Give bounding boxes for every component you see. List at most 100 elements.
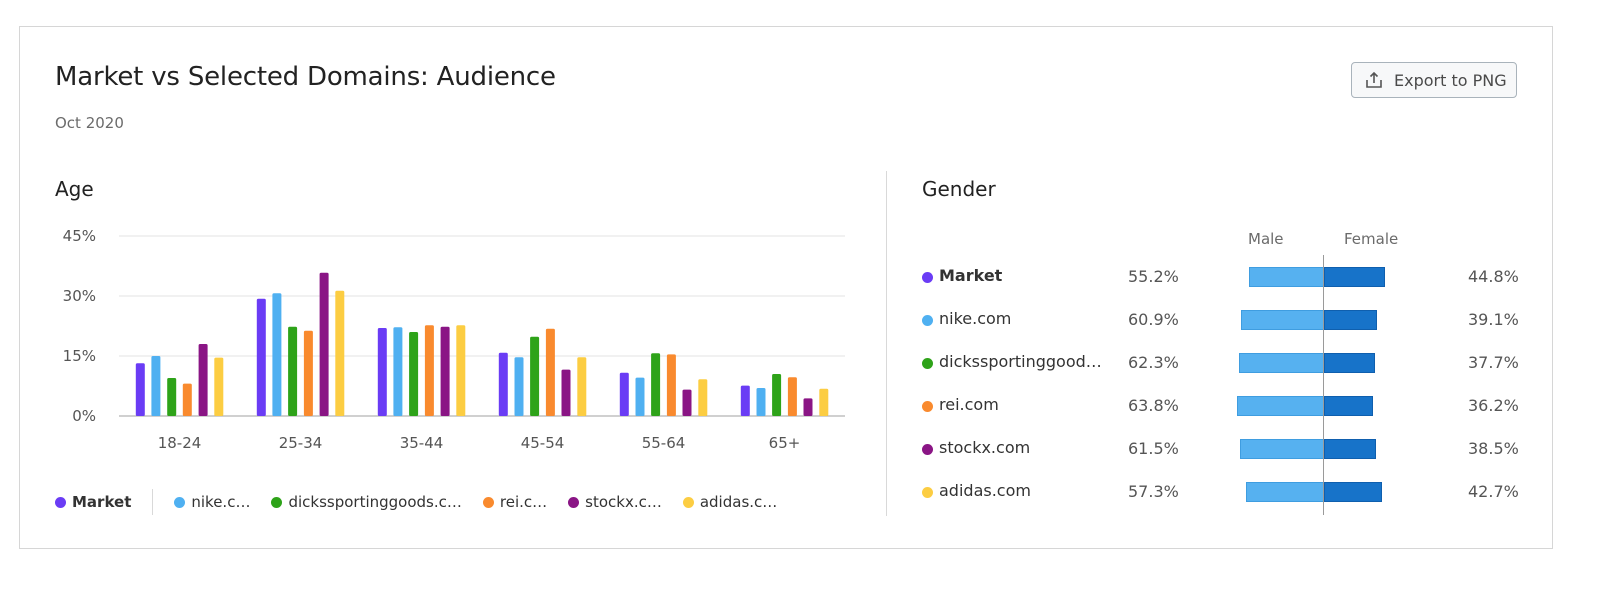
legend-label: stockx.c…	[585, 493, 662, 511]
gender-legend-dot-icon	[922, 272, 933, 283]
bar-55-64-nike.com[interactable]	[635, 377, 645, 416]
legend-label: Market	[72, 493, 132, 511]
bar-35-44-stockx.com[interactable]	[440, 326, 450, 416]
bar-55-64-rei.com[interactable]	[666, 354, 676, 416]
bar-65+-dickssportinggoods.com[interactable]	[772, 374, 782, 416]
bar-35-44-rei.com[interactable]	[424, 325, 434, 416]
male-bar[interactable]	[1239, 353, 1324, 373]
female-bar[interactable]	[1324, 396, 1374, 416]
female-bar[interactable]	[1324, 482, 1383, 502]
bar-45-54-rei.com[interactable]	[545, 328, 555, 416]
bar-35-44-nike.com[interactable]	[393, 327, 403, 416]
bar-45-54-nike.com[interactable]	[514, 357, 524, 416]
age-bar-chart: 0% 15% 30% 45% 18-24 25-34 35-44 45-54 55-64 65+	[63, 227, 845, 452]
bar-18-24-stockx.com[interactable]	[198, 344, 208, 416]
bar-65+-rei.com[interactable]	[787, 377, 797, 416]
male-percent-label: 61.5%	[1128, 439, 1179, 458]
bar-45-54-adidas.com[interactable]	[577, 357, 587, 416]
legend-dot-icon	[55, 496, 66, 508]
male-percent-label: 60.9%	[1128, 310, 1179, 329]
female-bar[interactable]	[1324, 439, 1377, 459]
gender-domain-label: adidas.com	[939, 481, 1031, 500]
female-percent-label: 37.7%	[1468, 353, 1519, 372]
gender-domain-label: nike.com	[939, 309, 1012, 328]
gender-domain-label: rei.com	[939, 395, 999, 414]
legend-dot-icon	[174, 496, 186, 508]
bar-25-34-rei.com[interactable]	[303, 330, 313, 416]
y-tick-label: 0%	[72, 407, 96, 425]
legend-label: dickssportinggoods.c…	[288, 493, 462, 511]
bar-18-24-Market[interactable]	[135, 363, 145, 416]
female-percent-label: 36.2%	[1468, 396, 1519, 415]
y-tick-label: 30%	[63, 287, 96, 305]
bar-35-44-dickssportinggoods.com[interactable]	[409, 332, 419, 416]
legend-label: rei.c…	[499, 493, 548, 511]
y-tick-label: 45%	[63, 227, 96, 245]
gender-section-title: Gender	[922, 177, 996, 201]
male-bar[interactable]	[1241, 310, 1324, 330]
export-icon	[1366, 71, 1382, 88]
gender-center-line	[1323, 255, 1324, 515]
legend-item[interactable]: dickssportinggoods.c…	[271, 493, 462, 511]
male-bar[interactable]	[1237, 396, 1324, 416]
bar-65+-adidas.com[interactable]	[819, 388, 829, 416]
female-bar[interactable]	[1324, 310, 1378, 330]
bar-25-34-dickssportinggoods.com[interactable]	[288, 326, 298, 416]
bar-65+-Market[interactable]	[740, 385, 750, 416]
bar-65+-stockx.com[interactable]	[803, 398, 813, 416]
bar-18-24-rei.com[interactable]	[182, 383, 192, 416]
bar-45-54-Market[interactable]	[498, 352, 508, 416]
x-tick-label: 55-64	[642, 434, 686, 452]
gender-legend-dot-icon	[922, 315, 933, 326]
legend-item[interactable]: adidas.c…	[682, 493, 777, 511]
female-bar[interactable]	[1324, 267, 1385, 287]
female-percent-label: 38.5%	[1468, 439, 1519, 458]
legend-label: nike.c…	[191, 493, 251, 511]
bar-35-44-Market[interactable]	[377, 328, 387, 416]
bar-25-34-nike.com[interactable]	[272, 293, 282, 416]
gender-domain-label: dickssportinggood…	[939, 352, 1102, 371]
bar-25-34-Market[interactable]	[256, 298, 266, 416]
bar-18-24-dickssportinggoods.com[interactable]	[167, 378, 177, 416]
gender-domain-label: Market	[939, 266, 1003, 285]
female-percent-label: 44.8%	[1468, 267, 1519, 286]
gender-domain-label: stockx.com	[939, 438, 1031, 457]
male-bar[interactable]	[1248, 267, 1324, 287]
bar-35-44-adidas.com[interactable]	[456, 325, 466, 416]
x-tick-label: 35-44	[400, 434, 444, 452]
male-percent-label: 62.3%	[1128, 353, 1179, 372]
male-bar[interactable]	[1240, 439, 1324, 459]
bar-55-64-dickssportinggoods.com[interactable]	[651, 353, 661, 416]
legend-item[interactable]: stockx.c…	[568, 493, 662, 511]
bar-55-64-stockx.com[interactable]	[682, 389, 692, 416]
male-percent-label: 55.2%	[1128, 267, 1179, 286]
bar-65+-nike.com[interactable]	[756, 388, 766, 416]
bar-25-34-stockx.com[interactable]	[319, 272, 329, 416]
bar-45-54-dickssportinggoods.com[interactable]	[530, 336, 540, 416]
legend-dot-icon	[568, 496, 580, 508]
legend-item[interactable]: rei.c…	[482, 493, 548, 511]
female-percent-label: 39.1%	[1468, 310, 1519, 329]
male-percent-label: 57.3%	[1128, 482, 1179, 501]
bar-55-64-adidas.com[interactable]	[698, 379, 708, 416]
male-percent-label: 63.8%	[1128, 396, 1179, 415]
bar-18-24-adidas.com[interactable]	[214, 357, 224, 416]
female-percent-label: 42.7%	[1468, 482, 1519, 501]
bar-45-54-stockx.com[interactable]	[561, 369, 571, 416]
legend-item[interactable]: Market	[55, 493, 131, 511]
male-bar[interactable]	[1246, 482, 1324, 502]
female-bar[interactable]	[1324, 353, 1376, 373]
legend-item[interactable]: nike.c…	[174, 493, 250, 511]
bar-18-24-nike.com[interactable]	[151, 356, 161, 416]
export-png-button[interactable]: Export to PNG	[1351, 62, 1517, 98]
legend-dot-icon	[271, 496, 283, 508]
age-legend: Market nike.c… dickssportinggoods.c… rei.c……	[55, 489, 845, 515]
x-tick-label: 45-54	[521, 434, 565, 452]
export-label: Export to PNG	[1394, 70, 1507, 90]
legend-dot-icon	[482, 496, 494, 508]
male-column-label: Male	[1248, 230, 1284, 248]
bar-55-64-Market[interactable]	[619, 372, 629, 416]
bar-25-34-adidas.com[interactable]	[335, 290, 345, 416]
y-tick-label: 15%	[63, 347, 96, 365]
gender-legend-dot-icon	[922, 487, 933, 498]
